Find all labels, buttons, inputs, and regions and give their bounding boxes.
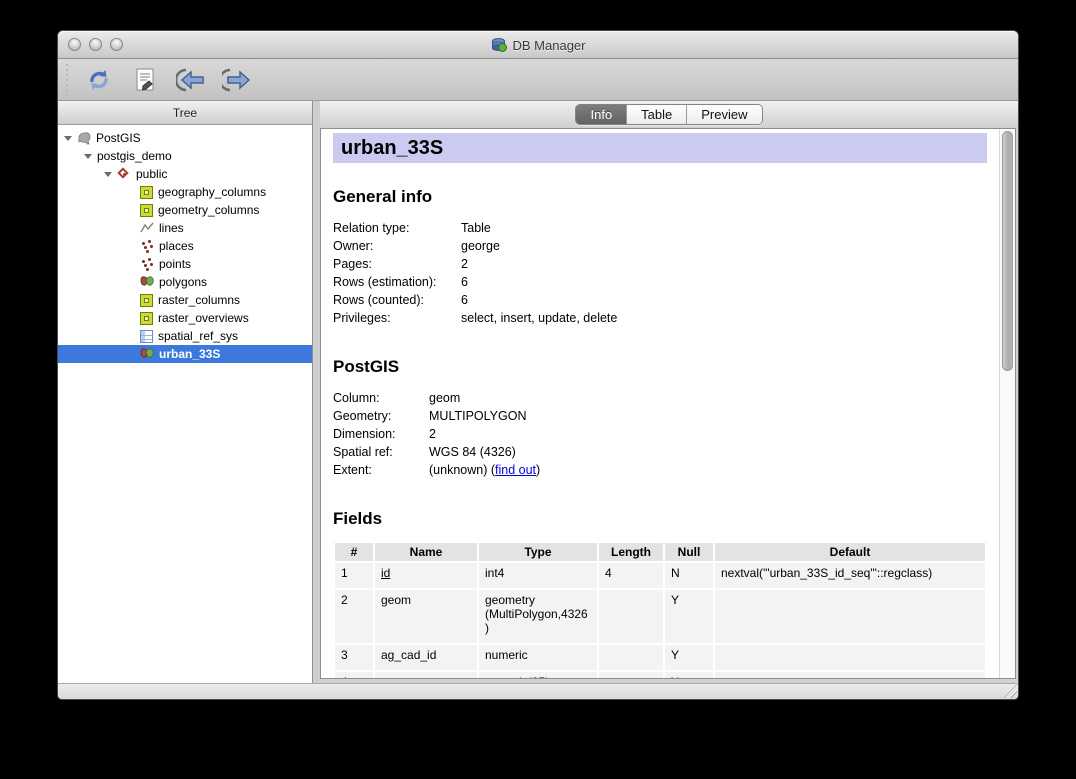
export-layer-button[interactable] (218, 64, 256, 96)
tree-item-label: postgis_demo (97, 149, 172, 163)
chevron-expanded-icon[interactable] (84, 154, 92, 159)
fields-table: # Name Type Length Null Default 1 id int… (333, 541, 987, 678)
info-row: Relation type: Table (333, 219, 987, 237)
table-icon (140, 312, 153, 325)
import-layer-button[interactable] (172, 64, 210, 96)
tree-item-polygons[interactable]: polygons (58, 273, 312, 291)
tree-item-raster-overviews[interactable]: raster_overviews (58, 309, 312, 327)
tree-item-geography-columns[interactable]: geography_columns (58, 183, 312, 201)
info-row: Geometry: MULTIPOLYGON (333, 407, 987, 425)
chevron-expanded-icon[interactable] (64, 136, 72, 141)
tree-item-points[interactable]: points (58, 255, 312, 273)
toolbar (58, 59, 1018, 101)
tree-item-geometry-columns[interactable]: geometry_columns (58, 201, 312, 219)
export-layer-icon (222, 68, 252, 92)
info-view: urban_33S General info Relation type: Ta… (320, 128, 1016, 679)
tree-item-raster-columns[interactable]: raster_columns (58, 291, 312, 309)
tree-item-label: points (159, 257, 191, 271)
tab-strip: Info Table Preview (320, 101, 1018, 128)
table-row: 1 id int4 4 N nextval('"urban_33S_id_seq… (335, 563, 985, 588)
db-manager-app-icon (491, 37, 507, 53)
table-title: urban_33S (333, 133, 987, 163)
table-row: 3 ag_cad_id numeric Y (335, 645, 985, 670)
tree-item-label: polygons (159, 275, 207, 289)
polygon-layer-icon (140, 275, 154, 289)
general-info-heading: General info (333, 187, 987, 207)
info-row: Owner: george (333, 237, 987, 255)
table-icon (140, 204, 153, 217)
info-row: Spatial ref: WGS 84 (4326) (333, 443, 987, 461)
table-icon (140, 186, 153, 199)
tree: PostGIS postgis_demo public geography_co… (58, 125, 312, 683)
tree-item-label: raster_overviews (158, 311, 249, 325)
tab-info[interactable]: Info (576, 105, 626, 124)
tree-item-postgis[interactable]: PostGIS (58, 129, 312, 147)
tree-item-lines[interactable]: lines (58, 219, 312, 237)
detail-panel: Info Table Preview urban_33S General inf… (320, 101, 1018, 683)
extent-row: Extent: (unknown) (find out) (333, 461, 987, 479)
info-row: Dimension: 2 (333, 425, 987, 443)
pk-field-link[interactable]: id (381, 566, 390, 580)
tree-item-public[interactable]: public (58, 165, 312, 183)
point-layer-icon (140, 239, 154, 253)
tree-item-label: geometry_columns (158, 203, 259, 217)
tree-item-label: places (159, 239, 194, 253)
tree-item-label: raster_columns (158, 293, 240, 307)
table-row: 2 geom geometry (MultiPolygon,4326) Y (335, 590, 985, 643)
tab-table[interactable]: Table (626, 105, 686, 124)
refresh-button[interactable] (80, 64, 118, 96)
view-segmented-control: Info Table Preview (575, 104, 762, 125)
find-out-link[interactable]: find out (495, 463, 536, 477)
vertical-scrollbar[interactable] (999, 129, 1015, 678)
fields-heading: Fields (333, 509, 987, 529)
window-title: DB Manager (513, 38, 586, 53)
titlebar[interactable]: DB Manager (58, 31, 1018, 59)
schema-icon (117, 167, 131, 181)
import-layer-icon (176, 68, 206, 92)
tree-item-label: spatial_ref_sys (158, 329, 238, 343)
status-bar (58, 683, 1018, 699)
line-layer-icon (140, 221, 154, 235)
tree-panel: Tree PostGIS postgis_demo (58, 101, 313, 683)
tree-item-label: public (136, 167, 167, 181)
point-layer-icon (140, 257, 154, 271)
resize-grip-icon[interactable] (1002, 683, 1017, 698)
info-row: Rows (counted): 6 (333, 291, 987, 309)
info-row: Pages: 2 (333, 255, 987, 273)
db-manager-window: DB Manager (57, 30, 1019, 700)
tree-item-places[interactable]: places (58, 237, 312, 255)
tab-preview[interactable]: Preview (686, 105, 761, 124)
postgis-heading: PostGIS (333, 357, 987, 377)
info-row: Rows (estimation): 6 (333, 273, 987, 291)
sql-window-button[interactable] (126, 64, 164, 96)
fields-header-row: # Name Type Length Null Default (335, 543, 985, 561)
table-grid-icon (140, 330, 153, 343)
panel-splitter[interactable] (313, 101, 320, 683)
table-row: 4 … numeric(25) Y (335, 672, 985, 678)
toolbar-grip (64, 64, 72, 96)
sql-window-icon (133, 67, 157, 93)
scrollbar-thumb[interactable] (1002, 131, 1013, 371)
tree-item-postgis-demo[interactable]: postgis_demo (58, 147, 312, 165)
info-row: Column: geom (333, 389, 987, 407)
tree-item-label: urban_33S (159, 347, 220, 361)
table-icon (140, 294, 153, 307)
postgis-connection-icon (77, 131, 91, 145)
info-content: urban_33S General info Relation type: Ta… (321, 129, 999, 678)
tree-item-spatial-ref-sys[interactable]: spatial_ref_sys (58, 327, 312, 345)
chevron-expanded-icon[interactable] (104, 172, 112, 177)
polygon-layer-icon (140, 347, 154, 361)
info-row: Privileges: select, insert, update, dele… (333, 309, 987, 327)
tree-item-label: lines (159, 221, 184, 235)
tree-item-label: geography_columns (158, 185, 266, 199)
tree-panel-header: Tree (58, 101, 312, 125)
refresh-icon (86, 67, 112, 93)
tree-item-urban-33s[interactable]: urban_33S (58, 345, 312, 363)
tree-item-label: PostGIS (96, 131, 141, 145)
